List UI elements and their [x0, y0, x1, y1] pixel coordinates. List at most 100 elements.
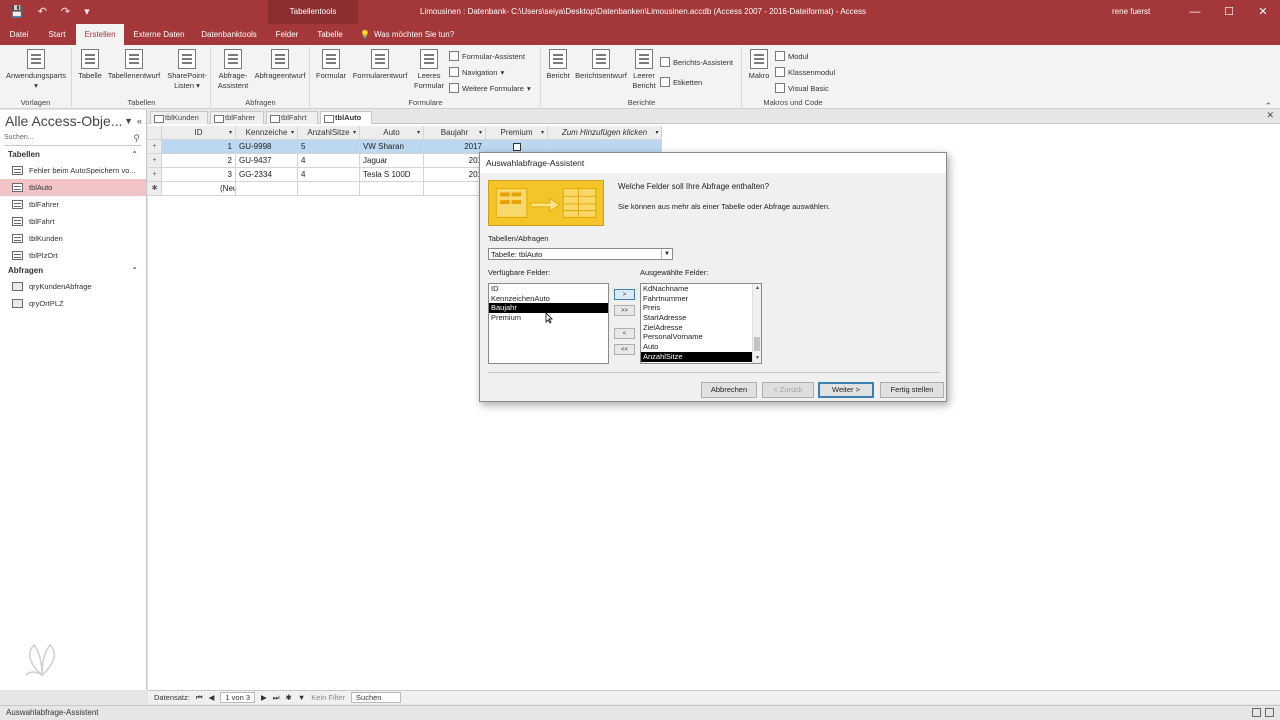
customize-qat-icon[interactable]: ▾ — [84, 5, 90, 18]
cell-anzahlsitze[interactable]: 4 — [298, 154, 360, 168]
minimize-button[interactable]: — — [1178, 0, 1212, 24]
tab-erstellen[interactable]: Erstellen — [76, 24, 124, 45]
cell-id[interactable]: 2 — [162, 154, 236, 168]
cell-kennzeichen[interactable]: GG-2334 — [236, 168, 298, 182]
maximize-button[interactable]: ☐ — [1212, 0, 1246, 24]
nav-item-table[interactable]: tblFahrt — [0, 213, 146, 230]
list-item[interactable]: Fahrtnummer — [641, 294, 761, 304]
berichts-assistent-button[interactable]: Berichts-Assistent — [660, 55, 733, 69]
bericht-button[interactable]: Bericht — [544, 49, 572, 81]
table-row[interactable]: + 3 GG-2334 4 Tesla S 100D 201 — [148, 168, 486, 182]
column-header-auto[interactable]: Auto ▾ — [360, 126, 424, 140]
scroll-down-icon[interactable]: ▼ — [753, 354, 761, 363]
berichtsentwurf-button[interactable]: Berichtsentwurf — [572, 49, 630, 81]
cell-baujahr[interactable]: 201 — [424, 154, 486, 168]
nav-item-table[interactable]: tblKunden — [0, 230, 146, 247]
next-button[interactable]: Weiter > — [818, 382, 874, 398]
finish-button[interactable]: Fertig stellen — [880, 382, 944, 398]
formularentwurf-button[interactable]: Formularentwurf — [349, 49, 411, 81]
tab-datei[interactable]: Datei — [4, 24, 34, 45]
abfrageentwurf-button[interactable]: Abfrageentwurf — [252, 49, 308, 81]
cell-anzahlsitze[interactable]: 5 — [298, 140, 360, 154]
nav-section-queries[interactable]: Abfragen ⌃ — [0, 264, 146, 278]
last-record-button[interactable]: ⏭ — [273, 693, 280, 703]
column-header-add-field[interactable]: Zum Hinzufügen klicken ▾ — [548, 126, 662, 140]
back-button[interactable]: < Zurück — [762, 382, 814, 398]
cancel-button[interactable]: Abbrechen — [701, 382, 757, 398]
abfrage-assistent-button[interactable]: Abfrage-Assistent — [214, 49, 252, 91]
nav-menu-icon[interactable]: ▼ — [124, 116, 133, 126]
etiketten-button[interactable]: Etiketten — [660, 75, 702, 89]
doc-tab-tblauto[interactable]: tblAuto — [320, 111, 372, 124]
list-item[interactable]: Auto — [641, 342, 761, 352]
cell-new[interactable]: (Neu) — [162, 182, 236, 196]
datasheet-view-icon[interactable] — [1252, 708, 1261, 717]
nav-section-tables[interactable]: Tabellen ⌃ — [0, 148, 146, 162]
user-name[interactable]: rene fuerst — [1112, 0, 1150, 24]
leerer-bericht-button[interactable]: Leerer Bericht — [630, 49, 658, 91]
navigation-button[interactable]: Navigation ▾ — [449, 65, 504, 79]
nav-search-input[interactable]: Suchen... ⚲ — [4, 133, 142, 146]
tab-start[interactable]: Start — [40, 24, 74, 45]
sharepoint-listen-button[interactable]: SharePoint-Listen ▾ — [165, 49, 209, 91]
scroll-up-icon[interactable]: ▲ — [753, 284, 761, 293]
tab-felder[interactable]: Felder — [268, 24, 306, 45]
new-record-button[interactable]: ✱ — [286, 693, 292, 702]
column-header-kennzeichen[interactable]: Kennzeiche ▾ — [236, 126, 298, 140]
list-item[interactable]: StartAdresse — [641, 313, 761, 323]
nav-item-table[interactable]: tblAuto — [0, 179, 146, 196]
klassenmodul-button[interactable]: Klassenmodul — [775, 65, 835, 79]
cell-auto[interactable]: Jaguar — [360, 154, 424, 168]
doc-tab-tblkunden[interactable]: tblKunden — [150, 111, 208, 124]
close-button[interactable]: ✕ — [1246, 0, 1280, 24]
column-header-baujahr[interactable]: Baujahr ▾ — [424, 126, 486, 140]
new-record-row[interactable]: ✱ (Neu) — [148, 182, 486, 196]
cell-baujahr[interactable]: 201 — [424, 168, 486, 182]
cell-kennzeichen[interactable]: GU-9998 — [236, 140, 298, 154]
tables-queries-select[interactable]: Tabelle: tblAuto ▼ — [488, 248, 673, 260]
list-item[interactable]: PersonalVorname — [641, 332, 761, 342]
remove-field-button[interactable]: < — [614, 328, 635, 339]
premium-checkbox[interactable] — [512, 142, 521, 151]
cell-new[interactable] — [298, 182, 360, 196]
tabelle-button[interactable]: Tabelle — [75, 49, 105, 81]
nav-item-table[interactable]: Fehler beim AutoSpeichern vo... — [0, 162, 146, 179]
next-record-button[interactable]: ▶ — [261, 693, 267, 702]
cell-id[interactable]: 1 — [162, 140, 236, 154]
column-header-id[interactable]: ID ▾ — [162, 126, 236, 140]
nav-item-table[interactable]: tblFahrer — [0, 196, 146, 213]
cell-auto[interactable]: Tesla S 100D — [360, 168, 424, 182]
visual-basic-button[interactable]: Visual Basic — [775, 81, 829, 95]
tab-datenbanktools[interactable]: Datenbanktools — [194, 24, 264, 45]
list-item[interactable]: KennzeichenAuto — [489, 294, 608, 304]
record-position-input[interactable]: 1 von 3 — [220, 692, 255, 703]
nav-header[interactable]: Alle Access-Obje... ▼ « — [0, 110, 146, 132]
cell-new[interactable] — [236, 182, 298, 196]
add-field-button[interactable]: > — [614, 289, 635, 300]
list-item[interactable]: KdNachname — [641, 284, 761, 294]
tab-externe-daten[interactable]: Externe Daten — [128, 24, 190, 45]
column-header-premium[interactable]: Premium ▾ — [486, 126, 548, 140]
record-search-input[interactable]: Suchen — [351, 692, 402, 703]
scroll-thumb[interactable] — [754, 337, 760, 351]
design-view-icon[interactable] — [1265, 708, 1274, 717]
add-all-fields-button[interactable]: >> — [614, 305, 635, 316]
modul-button[interactable]: Modul — [775, 49, 808, 63]
chevron-down-icon[interactable]: ▼ — [661, 249, 672, 259]
close-document-icon[interactable]: ✕ — [1266, 110, 1274, 121]
anwendungsparts-button[interactable]: Anwendungsparts ▾ — [4, 49, 68, 91]
expand-row-icon[interactable]: + — [148, 154, 162, 168]
cell-kennzeichen[interactable]: GU-9437 — [236, 154, 298, 168]
cell-id[interactable]: 3 — [162, 168, 236, 182]
formular-assistent-button[interactable]: Formular-Assistent — [449, 49, 525, 63]
first-record-button[interactable]: ⏮ — [196, 693, 203, 703]
cell-new[interactable] — [424, 182, 486, 196]
nav-collapse-icon[interactable]: « — [137, 116, 142, 126]
undo-icon[interactable]: ↶ — [38, 5, 47, 18]
filter-status[interactable]: Kein Filter — [311, 693, 345, 702]
nav-item-table[interactable]: tblPlzOrt — [0, 247, 146, 264]
cell-baujahr[interactable]: 2017 — [424, 140, 486, 154]
save-icon[interactable]: 💾 — [10, 5, 24, 18]
column-header-anzahlsitze[interactable]: AnzahlSitze ▾ — [298, 126, 360, 140]
select-all-cell[interactable] — [148, 126, 162, 140]
